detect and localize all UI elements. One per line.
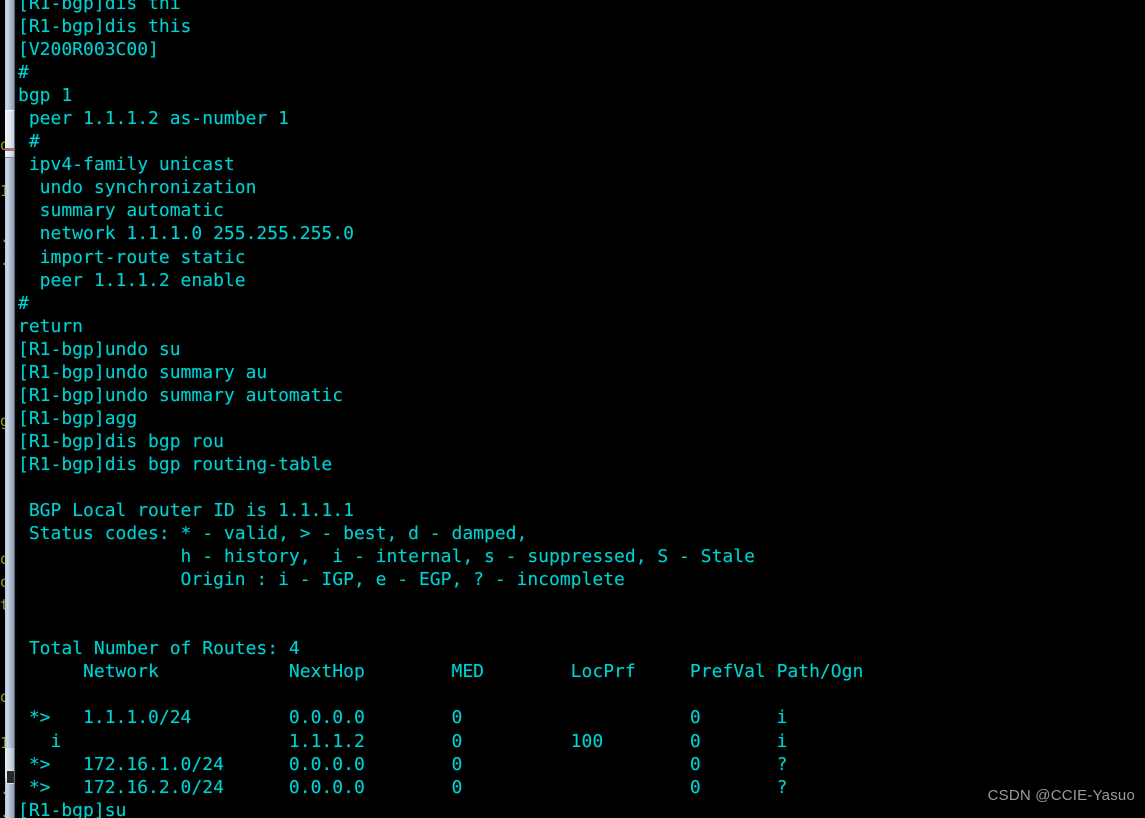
terminal-console[interactable]: [R1-bgp]dis thi [R1-bgp]dis this [V200R0…: [18, 0, 1145, 818]
window-border-highlight: [14, 0, 15, 818]
background-window-scrollbar-marker: [5, 148, 14, 151]
terminal-output: [R1-bgp]dis thi [R1-bgp]dis this [V200R0…: [18, 0, 864, 818]
watermark: CSDN @CCIE-Yasuo: [987, 787, 1135, 804]
